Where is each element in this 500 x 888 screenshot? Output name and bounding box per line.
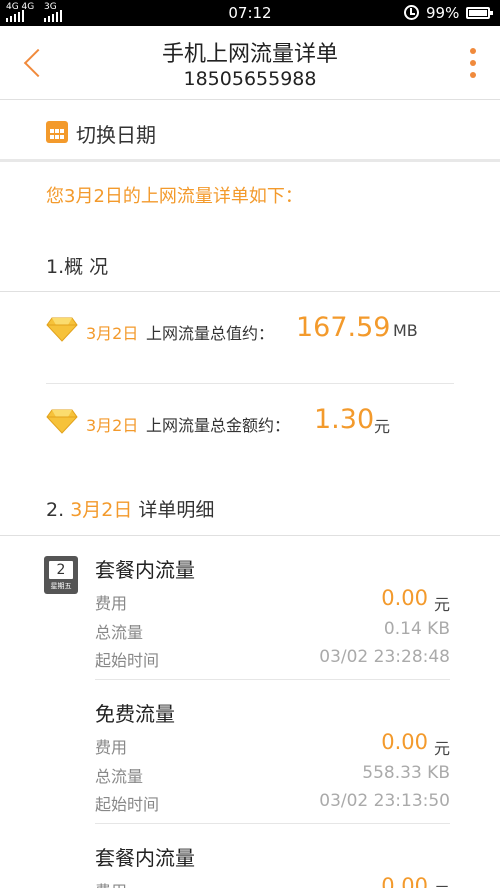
start-label: 起始时间 — [95, 795, 160, 814]
amount-total-value: 1.30 — [314, 404, 375, 435]
phone-number: 18505655988 — [183, 68, 317, 90]
fee-value: 0.00 — [381, 874, 428, 888]
traffic-unit: MB — [393, 321, 418, 340]
divider — [0, 291, 500, 292]
overview-row-traffic: 3月2日 上网流量总值约： 167.59 MB — [46, 312, 454, 352]
more-menu-button[interactable] — [466, 46, 480, 80]
fee-unit: 元 — [433, 595, 450, 614]
battery-percent: 99% — [426, 4, 460, 22]
fee-value: 0.00 — [381, 730, 428, 754]
start-label: 起始时间 — [95, 651, 160, 670]
fee-label: 费用 — [95, 738, 128, 757]
fee-label: 费用 — [95, 878, 127, 888]
detail-heading-suffix: 详单明细 — [138, 499, 215, 521]
overview-date: 3月2日 — [86, 416, 139, 435]
total-value: 0.14 KB — [383, 619, 450, 639]
fee-value: 0.00 — [381, 586, 428, 610]
list-item: 免费流量 费用 0.00 元 总流量 558.33 KB 起始时间 03/02 … — [95, 698, 450, 816]
overview-date: 3月2日 — [86, 324, 139, 343]
day-number: 2 — [49, 561, 73, 579]
amount-unit: 元 — [374, 417, 391, 436]
clock: 07:12 — [228, 4, 272, 22]
divider — [95, 823, 450, 824]
start-value: 03/02 23:28:48 — [319, 647, 450, 667]
fee-unit: 元 — [433, 739, 450, 758]
total-label: 总流量 — [95, 623, 144, 642]
total-value: 558.33 KB — [362, 763, 450, 783]
list-item: 套餐内流量 费用 0.00 元 — [95, 842, 450, 888]
total-label: 总流量 — [95, 767, 144, 786]
divider — [46, 383, 454, 384]
date-switch-label: 切换日期 — [76, 123, 156, 147]
diamond-icon — [46, 317, 78, 342]
fee-label: 费用 — [95, 594, 128, 613]
overview-row-amount: 3月2日 上网流量总金额约： 1.30 元 — [46, 404, 454, 444]
battery-icon — [466, 7, 493, 19]
fee-unit: 元 — [434, 879, 450, 888]
title-bar: 手机上网流量详单 18505655988 — [0, 26, 500, 100]
item-name: 免费流量 — [95, 702, 175, 726]
item-name: 套餐内流量 — [95, 846, 195, 870]
detail-heading: 2. 3月2日 详单明细 — [46, 495, 214, 522]
day-badge: 2 星期五 — [44, 556, 78, 594]
page-title: 手机上网流量详单 — [161, 42, 338, 67]
alarm-icon — [404, 5, 419, 20]
status-bar: 4G 4G 3G 07:12 99% — [0, 0, 500, 26]
date-switch-button[interactable]: 切换日期 — [0, 101, 500, 162]
detail-heading-date: 3月2日 — [70, 499, 133, 521]
detail-heading-prefix: 2. — [46, 499, 65, 521]
overview-label: 上网流量总值约： — [146, 324, 275, 343]
traffic-total-value: 167.59 — [296, 312, 391, 343]
diamond-icon — [46, 409, 78, 434]
overview-label: 上网流量总金额约： — [146, 416, 291, 435]
divider — [0, 535, 500, 536]
calendar-icon — [46, 121, 68, 143]
divider — [95, 679, 450, 680]
item-name: 套餐内流量 — [95, 558, 195, 582]
intro-text: 您3月2日的上网流量详单如下： — [46, 186, 303, 207]
weekday: 星期五 — [50, 582, 72, 590]
start-value: 03/02 23:13:50 — [319, 791, 450, 811]
overview-heading: 1.概 况 — [46, 256, 109, 278]
list-item: 套餐内流量 费用 0.00 元 总流量 0.14 KB 起始时间 03/02 2… — [95, 554, 450, 672]
